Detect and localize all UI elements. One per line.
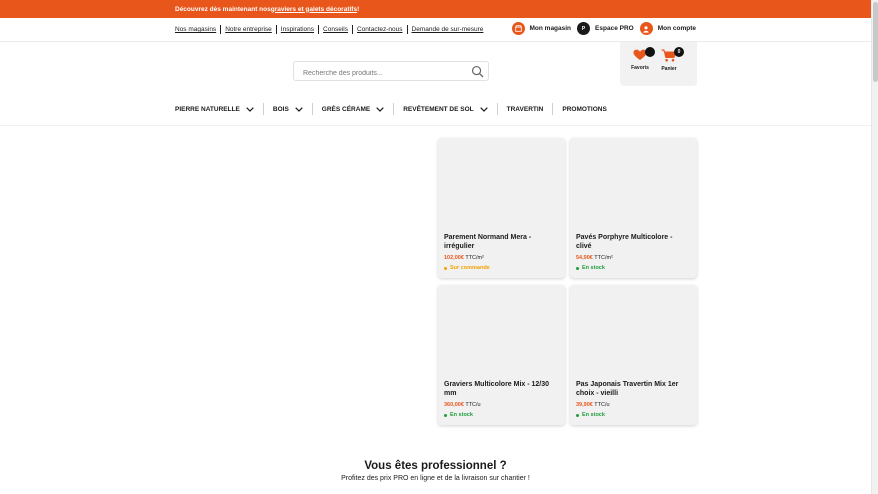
favorites-button[interactable]: Favoris <box>625 47 655 71</box>
stock-status: Sur commande <box>444 265 490 271</box>
pro-space-link[interactable]: P Espace PRO <box>577 22 634 35</box>
nav-label: REVÊTEMENT DE SOL <box>403 105 474 113</box>
nav-bois[interactable]: BOIS <box>262 103 312 115</box>
product-name[interactable]: Parement Normand Mera - irrégulier <box>444 233 556 251</box>
user-icon <box>639 22 653 35</box>
scrollbar-thumb[interactable] <box>873 2 878 82</box>
chevron-down-icon <box>376 106 384 112</box>
product-name[interactable]: Pas Japonais Travertin Mix 1er choix - v… <box>576 380 688 398</box>
store-label: Mon magasin <box>529 25 572 32</box>
stock-status: En stock <box>576 412 605 418</box>
pro-icon: P <box>577 22 591 35</box>
product-card[interactable]: Pavés Porphyre Multicolore - clivé 54,90… <box>570 138 697 278</box>
product-price: 54,90€ TTC/m² <box>576 255 613 261</box>
link-inspirations[interactable]: Inspirations <box>275 25 318 34</box>
product-name[interactable]: Pavés Porphyre Multicolore - clivé <box>576 233 688 251</box>
price-amount: 39,90€ <box>576 402 593 408</box>
stock-label: En stock <box>450 412 473 418</box>
product-card[interactable]: Graviers Multicolore Mix - 12/30 mm 360,… <box>438 285 565 425</box>
product-price: 360,00€ TTC/u <box>444 402 481 408</box>
product-card[interactable]: Pas Japonais Travertin Mix 1er choix - v… <box>570 285 697 425</box>
nav-pierre-naturelle[interactable]: PIERRE NATURELLE <box>175 103 263 115</box>
store-icon <box>511 22 525 35</box>
account-area: Mon magasin P Espace PRO Mon compte <box>506 22 696 35</box>
price-unit: TTC/u <box>465 402 481 408</box>
pro-subtitle: Profitez des prix PRO en ligne et de la … <box>341 475 530 482</box>
nav-label: BOIS <box>272 105 289 113</box>
cart-count-badge: 0 <box>674 47 684 57</box>
stock-status: En stock <box>444 412 473 418</box>
promo-text-prefix: Découvrez dès maintenant nos <box>175 5 271 13</box>
stock-dot <box>576 413 579 417</box>
search-box <box>293 61 489 83</box>
pro-space-label: Espace PRO <box>595 25 634 32</box>
search-input[interactable] <box>294 64 464 83</box>
product-price: 39,90€ TTC/u <box>576 402 610 408</box>
main-nav: PIERRE NATURELLE BOIS GRÈS CÉRAME REVÊTE… <box>175 103 616 115</box>
price-unit: TTC/u <box>594 402 610 408</box>
link-sur-mesure[interactable]: Demande de sur-mesure <box>406 25 488 34</box>
stock-label: En stock <box>582 265 605 271</box>
product-price: 102,00€ TTC/m² <box>444 255 484 261</box>
link-notre-entreprise[interactable]: Notre entreprise <box>220 25 276 34</box>
product-name[interactable]: Graviers Multicolore Mix - 12/30 mm <box>444 380 556 398</box>
search-icon[interactable] <box>471 65 484 78</box>
top-links: Nos magasins Notre entreprise Inspiratio… <box>175 25 487 34</box>
store-link[interactable]: Mon magasin <box>511 22 572 35</box>
price-amount: 360,00€ <box>444 402 464 408</box>
nav-revetement-de-sol[interactable]: REVÊTEMENT DE SOL <box>393 103 496 115</box>
stock-label: Sur commande <box>450 265 490 271</box>
link-contact[interactable]: Contactez-nous <box>351 25 407 34</box>
link-nos-magasins[interactable]: Nos magasins <box>175 25 220 34</box>
nav-label: GRÈS CÉRAME <box>321 105 371 113</box>
stock-dot <box>576 266 579 270</box>
page: Découvrez dès maintenant nos graviers et… <box>0 0 871 494</box>
cart-label: Panier <box>661 66 677 72</box>
chevron-down-icon <box>246 106 254 112</box>
chevron-down-icon <box>295 106 303 112</box>
stock-status: En stock <box>576 265 605 271</box>
pro-title: Vous êtes professionnel ? <box>364 460 507 472</box>
price-unit: TTC/m² <box>465 255 484 261</box>
page-scrollbar[interactable] <box>871 0 878 494</box>
stock-dot <box>444 413 447 417</box>
nav-label: TRAVERTIN <box>506 105 544 113</box>
price-amount: 54,90€ <box>576 255 593 261</box>
top-bar: Nos magasins Notre entreprise Inspiratio… <box>0 18 871 42</box>
favorites-cart-panel: Favoris 0 Panier <box>620 42 697 86</box>
link-conseils[interactable]: Conseils <box>318 25 352 34</box>
price-unit: TTC/m² <box>594 255 613 261</box>
nav-label: PROMOTIONS <box>562 105 607 113</box>
price-amount: 102,00€ <box>444 255 464 261</box>
nav-travertin[interactable]: TRAVERTIN <box>496 103 553 115</box>
chevron-down-icon <box>479 106 488 112</box>
promo-banner: Découvrez dès maintenant nos graviers et… <box>0 0 871 18</box>
promo-text-suffix: ! <box>357 5 360 13</box>
stock-label: En stock <box>582 412 605 418</box>
nav-label: PIERRE NATURELLE <box>175 105 240 113</box>
account-link[interactable]: Mon compte <box>639 22 696 35</box>
product-card[interactable]: Parement Normand Mera - irrégulier 102,0… <box>438 138 565 278</box>
pro-section: Vous êtes professionnel ? Profitez des p… <box>0 460 871 482</box>
nav-divider <box>0 125 871 126</box>
account-label: Mon compte <box>657 25 696 32</box>
nav-gres-cerame[interactable]: GRÈS CÉRAME <box>311 103 393 115</box>
promo-link[interactable]: graviers et galets décoratifs <box>271 6 357 13</box>
stock-dot <box>444 266 447 270</box>
nav-promotions[interactable]: PROMOTIONS <box>552 103 615 115</box>
cart-button[interactable]: 0 Panier <box>654 47 684 72</box>
favorites-label: Favoris <box>631 65 649 71</box>
